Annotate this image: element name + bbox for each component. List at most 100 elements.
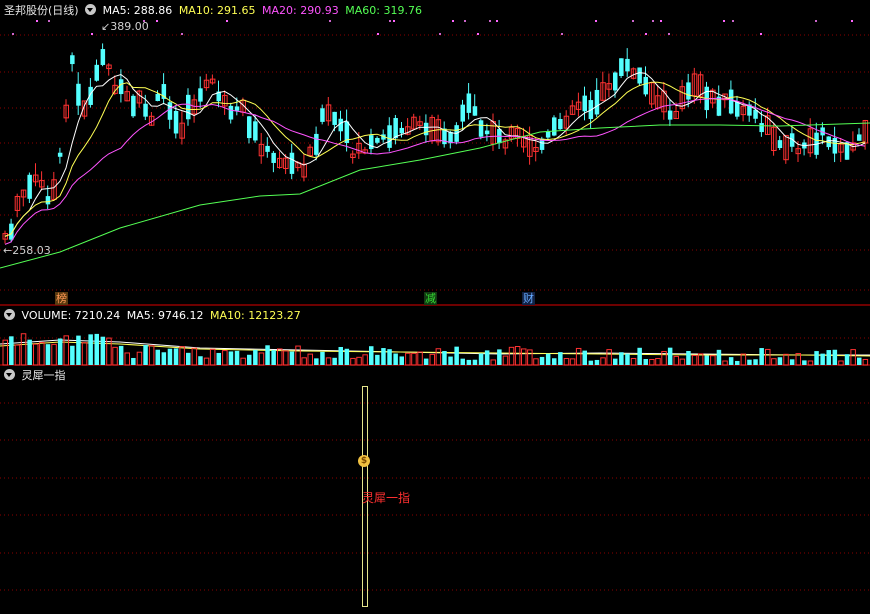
volume-bar-down [216, 352, 221, 365]
volume-bar-down [844, 354, 850, 365]
volume-bar-up [51, 343, 57, 366]
candle-down [667, 110, 673, 120]
money-bag-icon: $ [358, 455, 370, 467]
volume-bar-down [582, 350, 587, 365]
volume-bar-down [539, 356, 545, 365]
collapse-icon[interactable] [4, 369, 15, 380]
volume-bar-up [490, 359, 496, 366]
signal-dot [226, 20, 228, 22]
volume-bar-down [704, 355, 709, 365]
candle-down [545, 131, 551, 138]
candle-down [637, 67, 642, 84]
ma60-legend: MA60: 319.76 [345, 4, 422, 17]
volume-bar-up [502, 355, 509, 366]
volume-bar-up [325, 357, 332, 366]
volume-bar-up [124, 352, 130, 366]
volume-bar-down [369, 346, 374, 365]
candle-down [466, 93, 472, 113]
volume-bar-up [203, 357, 210, 366]
volume-bar-down [753, 359, 758, 365]
volume-bar-up [630, 357, 637, 366]
volume-bar-down [613, 358, 618, 365]
signal-dot [389, 20, 391, 22]
volume-bar-down [558, 352, 563, 365]
signal-dot [377, 33, 379, 35]
candle-down [320, 108, 325, 122]
volume-bar-up [691, 354, 698, 366]
volume-bar-up [240, 357, 246, 366]
volume-bar-up [710, 355, 716, 366]
volume-bar-down [643, 359, 648, 365]
signal-dot [393, 20, 395, 22]
candle-down [582, 95, 587, 112]
volume-bar-up [417, 351, 423, 366]
volume-bar-down [545, 353, 551, 365]
volume-bar-up [301, 357, 307, 366]
volume-bar-up [350, 357, 356, 366]
candle-down [399, 127, 404, 134]
volume-bar-up [533, 358, 539, 366]
volume-bar-up [862, 358, 869, 366]
volume-bar-down [253, 349, 258, 365]
volume-bar-down [759, 348, 764, 365]
ma20-line [4, 97, 866, 245]
stock-name[interactable]: 圣邦股份(日线) [4, 4, 79, 17]
volume-bar-up [277, 348, 283, 366]
candle-down [155, 93, 160, 102]
volume-bar-down [735, 360, 740, 365]
volume-bar-down [271, 350, 276, 365]
signal-dot [732, 20, 734, 22]
volume-bar-down [27, 339, 32, 365]
event-marker-reduce[interactable]: 减 [424, 292, 437, 305]
candle-down [186, 94, 191, 120]
candle-down [131, 95, 136, 117]
main-legend: 圣邦股份(日线) MA5: 288.86 MA10: 291.65 MA20: … [4, 4, 425, 17]
signal-dot [12, 33, 14, 35]
volume-bar-up [527, 349, 533, 366]
volume-legend: VOLUME: 7210.24 MA5: 9746.12 MA10: 12123… [4, 309, 304, 322]
volume-bar-down [466, 359, 472, 365]
candle-down [478, 120, 484, 137]
candle-down [777, 140, 783, 149]
volume-bar-down [552, 358, 557, 365]
volume-bar-down [247, 354, 252, 365]
candle-down [460, 104, 465, 122]
volume-bar-up [649, 358, 655, 366]
collapse-icon[interactable] [85, 4, 97, 15]
volume-bar-down [167, 348, 173, 365]
volume-bar-down [332, 357, 337, 365]
candle-down [100, 49, 106, 65]
volume-bar-down [497, 349, 502, 365]
volume-bar-down [460, 358, 465, 365]
volume-bar-down [100, 336, 106, 365]
event-marker-finance[interactable]: 财 [522, 292, 535, 305]
volume-ma5: MA5: 9746.12 [126, 309, 204, 322]
event-marker-rank[interactable]: 榜 [55, 292, 68, 305]
candle-down [143, 103, 148, 117]
volume-bar-up [295, 345, 301, 366]
candle-down [375, 137, 380, 143]
volume-bar-up [283, 350, 289, 366]
volume-bar-down [802, 360, 807, 365]
volume-bar-down [619, 352, 624, 365]
volume-bar-down [94, 333, 99, 365]
volume-bar-down [88, 334, 93, 365]
volume-bar-up [508, 346, 515, 366]
volume-bar-down [118, 345, 124, 365]
volume-bar-down [789, 359, 795, 365]
volume-bar-up [191, 347, 198, 366]
volume-bar-down [143, 345, 148, 365]
volume-bar-up [850, 349, 856, 366]
volume-bar-down [826, 350, 831, 365]
volume-bar-down [820, 353, 825, 365]
volume-bar-down [454, 346, 459, 365]
volume-bar-down [320, 351, 325, 365]
volume-bar-down [637, 347, 642, 365]
volume-bar-up [81, 342, 88, 366]
volume-bar-down [588, 360, 594, 365]
volume-bar-up [112, 346, 118, 366]
candle-down [57, 152, 63, 157]
volume-bar-up [606, 349, 612, 366]
collapse-icon[interactable] [4, 309, 15, 320]
candle-down [253, 121, 258, 141]
